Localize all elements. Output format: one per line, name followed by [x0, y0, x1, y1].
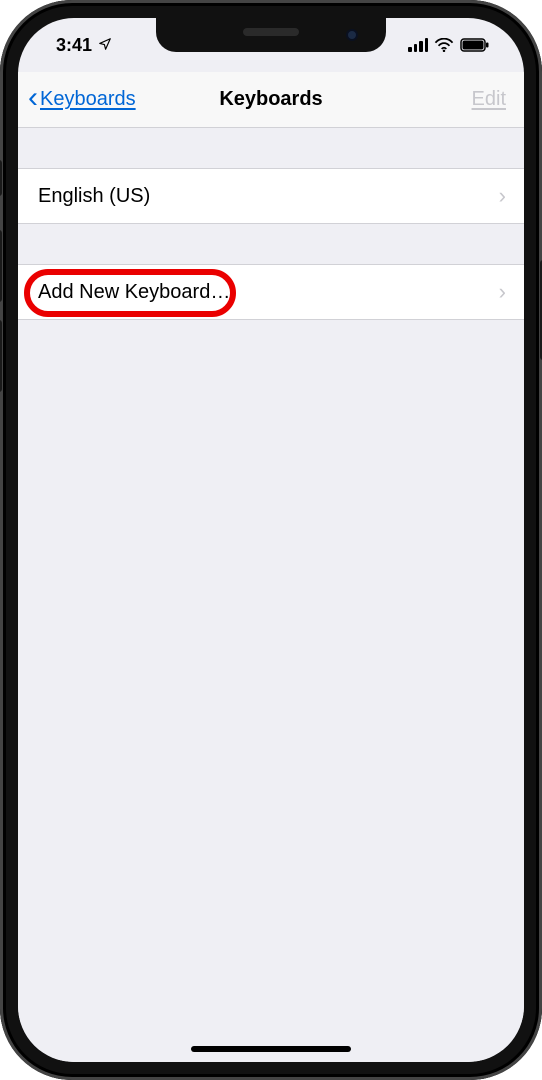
keyboard-row-label: English (US) [38, 185, 150, 208]
cellular-icon [408, 38, 428, 52]
volume-down-button [0, 320, 2, 392]
chevron-right-icon: › [499, 183, 506, 209]
navigation-bar: ‹ Keyboards Keyboards Edit [18, 72, 524, 128]
keyboards-group: English (US) › [18, 168, 524, 224]
content-area: English (US) › Add New Keyboard… › [18, 128, 524, 1062]
add-keyboard-group: Add New Keyboard… › [18, 264, 524, 320]
page-title: Keyboards [219, 88, 322, 111]
device-frame: 3:41 ‹ Keyboards Keyboards Edi [0, 0, 542, 1080]
volume-up-button [0, 230, 2, 302]
keyboard-row-english-us[interactable]: English (US) › [18, 168, 524, 224]
chevron-right-icon: › [499, 279, 506, 305]
notch [156, 18, 386, 52]
status-left: 3:41 [46, 35, 112, 56]
wifi-icon [434, 38, 454, 52]
status-time: 3:41 [56, 35, 92, 56]
back-button[interactable]: ‹ Keyboards [28, 72, 136, 127]
speaker-grille [243, 28, 299, 36]
silent-switch [0, 160, 2, 196]
status-right [408, 38, 496, 52]
screen: 3:41 ‹ Keyboards Keyboards Edi [18, 18, 524, 1062]
front-camera [346, 29, 358, 41]
edit-button[interactable]: Edit [472, 72, 506, 127]
add-new-keyboard-label: Add New Keyboard… [38, 281, 230, 304]
battery-icon [460, 38, 490, 52]
location-icon [98, 35, 112, 56]
add-new-keyboard-row[interactable]: Add New Keyboard… › [18, 264, 524, 320]
chevron-left-icon: ‹ [28, 83, 38, 113]
back-label: Keyboards [40, 88, 136, 111]
home-indicator[interactable] [191, 1046, 351, 1052]
